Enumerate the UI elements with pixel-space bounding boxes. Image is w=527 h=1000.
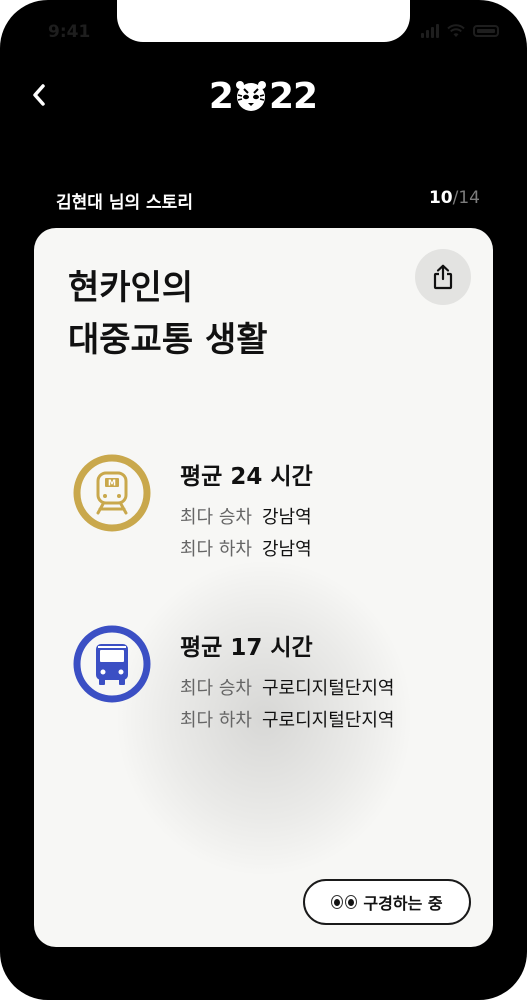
bus-top-boarding: 최다 승차 구로디지털단지역 xyxy=(180,674,394,700)
boarding-label: 최다 승차 xyxy=(180,507,252,528)
subway-average-time: 평균 24 시간 xyxy=(180,464,313,490)
phone-frame: 9:41 2 22 김현대 님의 스토리 10/14 현카인의 대중교통 생활 … xyxy=(0,0,527,1000)
card-title: 현카인의 대중교통 생활 xyxy=(68,262,268,366)
story-card: 현카인의 대중교통 생활 M 평균 24 시간 최다 승차 강남역 최다 하차 … xyxy=(34,228,493,947)
browsing-button[interactable]: 구경하는 중 xyxy=(303,879,471,925)
logo-digits-right: 22 xyxy=(268,75,318,117)
status-icons xyxy=(421,24,499,38)
svg-text:M: M xyxy=(108,479,116,488)
card-title-line-1: 현카인의 xyxy=(68,268,194,308)
boarding-label: 최다 승차 xyxy=(180,678,252,699)
card-title-line-2: 대중교통 생활 xyxy=(68,320,268,360)
eyes-icon xyxy=(331,895,358,909)
share-button[interactable] xyxy=(415,249,471,305)
logo-2022: 2 22 xyxy=(205,75,321,117)
story-owner-label: 김현대 님의 스토리 xyxy=(56,193,193,213)
browsing-label: 구경하는 중 xyxy=(363,894,443,913)
boarding-station: 강남역 xyxy=(261,507,312,528)
subway-top-boarding: 최다 승차 강남역 xyxy=(180,503,312,529)
page-total: 14 xyxy=(458,188,480,208)
bus-icon xyxy=(73,625,151,703)
tiger-face-icon xyxy=(235,81,266,111)
boarding-station: 구로디지털단지역 xyxy=(261,678,395,699)
chevron-left-icon xyxy=(33,84,45,106)
notch xyxy=(117,0,410,42)
battery-icon xyxy=(473,25,499,37)
wifi-icon xyxy=(447,24,465,37)
status-time: 9:41 xyxy=(48,22,91,42)
alighting-station: 구로디지털단지역 xyxy=(261,710,395,731)
page-counter: 10/14 xyxy=(429,188,480,208)
page-current: 10 xyxy=(428,188,453,208)
logo-digit-left: 2 xyxy=(208,75,234,117)
bus-top-alighting: 최다 하차 구로디지털단지역 xyxy=(180,706,394,732)
bus-average-time: 평균 17 시간 xyxy=(180,635,313,661)
subway-icon: M xyxy=(73,454,151,532)
subway-top-alighting: 최다 하차 강남역 xyxy=(180,535,312,561)
alighting-label: 최다 하차 xyxy=(180,710,252,731)
share-icon xyxy=(433,264,453,290)
back-button[interactable] xyxy=(24,80,54,110)
alighting-station: 강남역 xyxy=(261,539,312,560)
cellular-signal-icon xyxy=(421,24,439,38)
alighting-label: 최다 하차 xyxy=(180,539,252,560)
